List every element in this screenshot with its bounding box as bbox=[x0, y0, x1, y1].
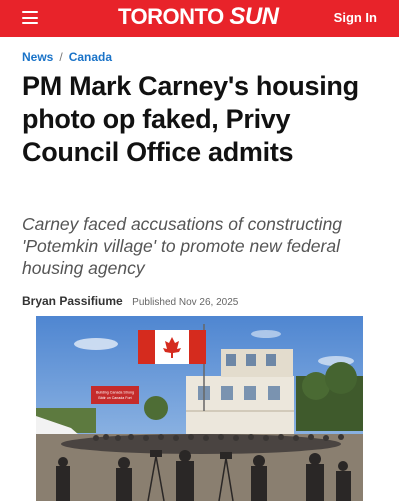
sign-line-2: Bâtir un Canada Fort bbox=[98, 396, 131, 400]
breadcrumb: News / Canada bbox=[22, 50, 112, 64]
photo-tree bbox=[144, 396, 168, 420]
photo-tree bbox=[325, 362, 357, 394]
sign-line-1: Building Canada Strong bbox=[96, 391, 134, 395]
breadcrumb-canada-link[interactable]: Canada bbox=[69, 50, 112, 64]
author-name[interactable]: Bryan Passifiume bbox=[22, 294, 123, 308]
site-header: TORONTO SUN Sign In bbox=[0, 0, 399, 37]
photo-window bbox=[221, 386, 233, 400]
photo-window bbox=[266, 354, 276, 366]
sign-in-button[interactable]: Sign In bbox=[334, 10, 377, 25]
logo-text-sun: SUN bbox=[229, 3, 279, 30]
article-subhead: Carney faced accusations of constructing… bbox=[22, 214, 343, 278]
photo-window bbox=[226, 354, 236, 366]
hamburger-menu-icon[interactable] bbox=[22, 11, 38, 24]
photo-building bbox=[186, 376, 294, 438]
photo-window bbox=[268, 386, 280, 400]
photo-window bbox=[246, 354, 256, 366]
published-date: Published Nov 26, 2025 bbox=[132, 297, 239, 308]
breadcrumb-news-link[interactable]: News bbox=[22, 50, 53, 64]
photo-cloud bbox=[74, 338, 118, 350]
photo-window bbox=[244, 386, 256, 400]
photo-cloud bbox=[251, 330, 281, 338]
article-byline: Bryan Passifiume Published Nov 26, 2025 bbox=[22, 292, 238, 310]
article-headline: PM Mark Carney's housing photo op faked,… bbox=[22, 71, 359, 167]
logo-text-toronto: TORONTO bbox=[118, 4, 230, 29]
article-photo[interactable]: Building Canada Strong Bâtir un Canada F… bbox=[36, 316, 363, 501]
site-logo[interactable]: TORONTO SUN bbox=[118, 3, 279, 30]
event-sign: Building Canada Strong Bâtir un Canada F… bbox=[91, 386, 139, 404]
canada-flag bbox=[138, 330, 206, 364]
breadcrumb-separator: / bbox=[59, 50, 63, 64]
